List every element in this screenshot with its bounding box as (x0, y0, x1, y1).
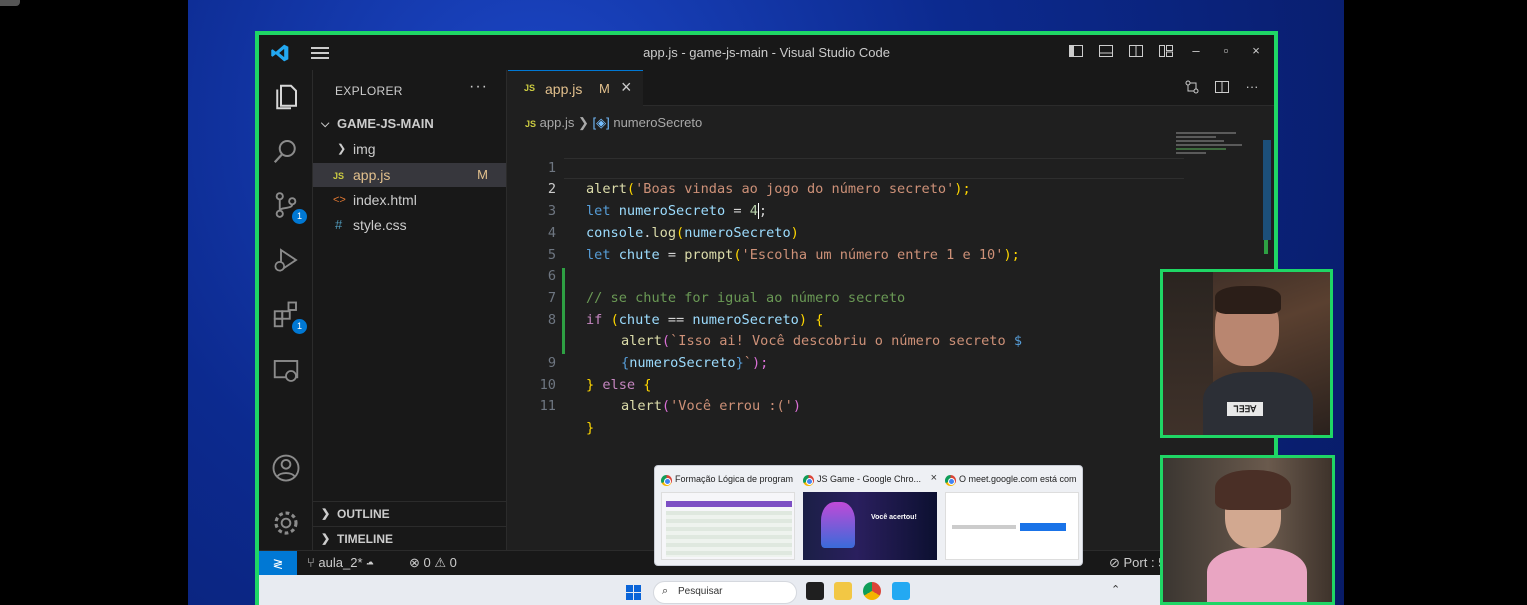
close-tab-icon[interactable]: × (621, 77, 632, 98)
breadcrumb-separator-icon: ❯ (577, 115, 593, 130)
tree-item-img[interactable]: ❯ img (313, 137, 506, 161)
explorer-sidebar: EXPLORER ··· ⌵ GAME-JS-MAIN ❯ img JS app… (313, 70, 507, 550)
shirt-logo: ꓶ∃∃∀ (1227, 402, 1263, 416)
chevron-up-icon[interactable]: ⌃ (1111, 583, 1120, 596)
tab-app-js[interactable]: JS app.js M × (508, 70, 643, 106)
more-actions-icon[interactable]: ··· (1244, 79, 1260, 95)
title-bar: app.js - game-js-main - Visual Studio Co… (259, 35, 1274, 70)
accounts-icon[interactable] (271, 453, 301, 483)
open-changes-icon[interactable] (1184, 79, 1200, 95)
search-icon: ⌕ (662, 585, 669, 597)
source-control-icon[interactable]: 1 (271, 190, 307, 224)
css-file-icon: # (335, 217, 343, 232)
no-entry-icon: ⊘ (1109, 555, 1124, 570)
tree-item-index-html[interactable]: <> index.html (313, 188, 506, 212)
close-window-icon[interactable]: × (1248, 43, 1264, 59)
code-line: 10 alert('Você errou :(') (539, 376, 802, 415)
preview-window-2[interactable]: JS Game - Google Chro... × Você acertou! (801, 470, 939, 562)
taskbar-search[interactable]: ⌕ Pesquisar (653, 581, 797, 604)
code-line: 8 alert(`Isso ai! Você descobriu o númer… (547, 311, 1023, 350)
remote-explorer-icon[interactable] (271, 356, 301, 386)
code-line-wrapped: {numeroSecreto}`); (621, 355, 769, 371)
live-server-port[interactable]: ⊘ Port : 5 (1109, 555, 1165, 571)
vscode-taskbar-icon[interactable] (892, 582, 910, 600)
chrome-icon (803, 475, 814, 486)
settings-gear-icon[interactable] (271, 508, 301, 538)
epic-games-icon[interactable] (806, 582, 824, 600)
code-line: 4 let chute = prompt('Escolha um número … (547, 224, 1020, 263)
modified-indicator: M (477, 167, 488, 182)
outline-section[interactable]: ❯ OUTLINE (313, 501, 506, 525)
error-icon: ⊗ (409, 555, 424, 570)
chevron-down-icon: ⌵ (321, 118, 330, 130)
code-line: 3 console.log(numeroSecreto) (547, 203, 799, 241)
code-line: 9 } else { (547, 355, 652, 393)
extensions-badge: 1 (292, 319, 307, 334)
warning-icon: ⚠ (434, 555, 450, 570)
preview-window-3[interactable]: O meet.google.com está comp... (943, 470, 1081, 562)
search-icon[interactable] (271, 136, 301, 166)
chevron-right-icon: ❯ (321, 508, 331, 520)
webcam-presenter-1: ꓶ∃∃∀ (1160, 269, 1333, 438)
chevron-right-icon: ❯ (337, 143, 347, 155)
toggle-panel-icon[interactable] (1098, 43, 1114, 59)
minimize-icon[interactable]: – (1188, 43, 1204, 59)
remote-indicator-icon[interactable]: ≷ (259, 551, 297, 576)
toggle-secondary-sidebar-icon[interactable] (1128, 43, 1144, 59)
git-branch-icon: ⑂ (307, 555, 319, 570)
toggle-primary-sidebar-icon[interactable] (1068, 43, 1084, 59)
code-line: 6 // se chute for igual ao número secret… (547, 268, 906, 306)
windows-start-icon[interactable] (626, 585, 641, 600)
code-line: 7 if (chute == numeroSecreto) { (547, 289, 824, 328)
chrome-icon (945, 475, 956, 486)
explorer-header: EXPLORER (335, 84, 403, 98)
file-explorer-icon[interactable] (834, 582, 852, 600)
code-line: 1 alert('Boas vindas ao jogo do número s… (547, 159, 971, 198)
more-actions-icon[interactable]: ··· (469, 78, 488, 96)
tab-modified-indicator: M (599, 81, 610, 96)
preview-window-1[interactable]: Formação Lógica de programa... (659, 470, 797, 562)
activity-bar: 1 1 (259, 70, 313, 605)
taskbar-preview-popup: Formação Lógica de programa... JS Game -… (654, 465, 1083, 566)
tab-label: app.js (545, 81, 583, 97)
scm-badge: 1 (292, 209, 307, 224)
chevron-right-icon: ❯ (321, 533, 331, 545)
customize-layout-icon[interactable] (1158, 43, 1174, 59)
tree-item-app-js[interactable]: JS app.js M (313, 163, 506, 187)
code-line: 5 (547, 246, 556, 263)
editor-tabs: JS app.js M × ··· (508, 70, 1274, 106)
run-debug-icon[interactable] (271, 245, 301, 275)
js-file-icon: JS (333, 171, 345, 181)
timeline-section[interactable]: ❯ TIMELINE (313, 526, 506, 550)
close-preview-icon[interactable]: × (931, 472, 937, 484)
branch-indicator[interactable]: ⑂ aula_2* ☁ (307, 555, 374, 570)
workspace-root[interactable]: ⌵ GAME-JS-MAIN (313, 112, 506, 136)
chrome-icon[interactable] (863, 582, 881, 600)
problems-indicator[interactable]: ⊗ 0 ⚠ 0 (409, 555, 457, 571)
js-file-icon: JS (525, 119, 537, 129)
split-editor-icon[interactable] (1214, 79, 1230, 95)
webcam-presenter-2 (1160, 455, 1335, 605)
desktop-edge (0, 0, 20, 6)
variable-symbol-icon: [◈] (592, 115, 610, 130)
explorer-icon[interactable] (271, 82, 301, 112)
extensions-icon[interactable]: 1 (271, 300, 307, 334)
html-file-icon: <> (333, 194, 346, 206)
sync-icon: ☁ (362, 555, 374, 570)
code-line: 2 let numeroSecreto = 4; (547, 181, 768, 220)
code-line: 11 } (539, 398, 595, 437)
tree-item-style-css[interactable]: # style.css (313, 213, 506, 237)
chrome-icon (661, 475, 672, 486)
breadcrumb: JS app.js ❯ [◈] numeroSecreto (525, 115, 702, 131)
windows-taskbar: ⌕ Pesquisar ⌃ (259, 575, 1274, 605)
current-line-highlight (564, 157, 1184, 180)
breadcrumb-symbol[interactable]: numeroSecreto (613, 115, 702, 130)
restore-icon[interactable]: ▫ (1218, 43, 1234, 59)
breadcrumb-file[interactable]: app.js (540, 115, 575, 130)
minimap[interactable] (1176, 132, 1256, 172)
js-file-icon: JS (524, 83, 536, 93)
